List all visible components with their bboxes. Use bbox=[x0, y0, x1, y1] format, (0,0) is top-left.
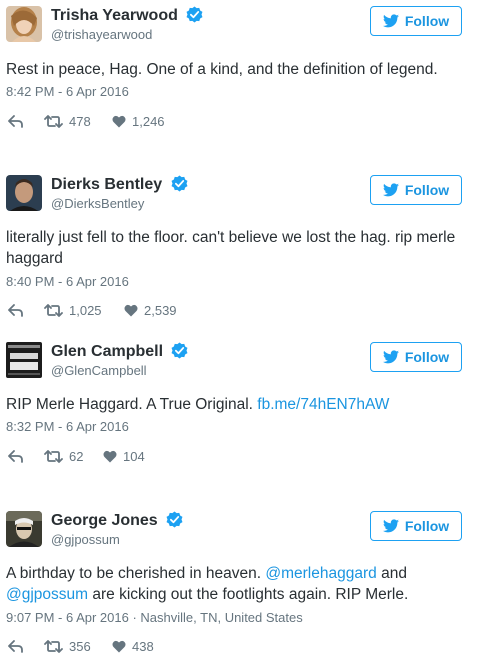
follow-button[interactable]: Follow bbox=[370, 6, 462, 36]
display-name[interactable]: Glen Campbell bbox=[51, 342, 188, 362]
display-name[interactable]: Trisha Yearwood bbox=[51, 6, 203, 26]
handle[interactable]: @GlenCampbell bbox=[51, 363, 147, 379]
follow-label: Follow bbox=[404, 13, 450, 29]
like-button[interactable]: 1,246 bbox=[112, 112, 165, 130]
retweet-icon bbox=[44, 114, 63, 128]
tweet-text-part: are kicking out the footlights again. RI… bbox=[88, 586, 409, 603]
retweet-button[interactable]: 478 bbox=[44, 112, 91, 130]
handle[interactable]: @gjpossum bbox=[51, 532, 120, 548]
verified-icon bbox=[171, 175, 188, 192]
tweet-text-part: Rest in peace, Hag. One of a kind, and t… bbox=[6, 61, 438, 78]
heart-icon bbox=[103, 450, 117, 462]
retweet-button[interactable]: 62 bbox=[44, 447, 83, 465]
follow-button[interactable]: Follow bbox=[370, 175, 462, 205]
reply-icon bbox=[8, 449, 23, 463]
tweet-text-part: RIP Merle Haggard. A True Original. bbox=[6, 396, 258, 413]
timestamp[interactable]: 8:42 PM - 6 Apr 2016 bbox=[6, 84, 129, 100]
display-name[interactable]: George Jones bbox=[51, 511, 183, 531]
twitter-bird-icon bbox=[382, 14, 399, 28]
like-count: 1,246 bbox=[132, 113, 165, 129]
retweet-count: 1,025 bbox=[69, 302, 102, 318]
tweet-text: A birthday to be cherished in heaven. @m… bbox=[6, 563, 476, 605]
tweet-text: Rest in peace, Hag. One of a kind, and t… bbox=[6, 59, 476, 80]
like-button[interactable]: 2,539 bbox=[124, 301, 177, 319]
retweet-icon bbox=[44, 449, 63, 463]
retweet-count: 478 bbox=[69, 113, 91, 129]
timestamp[interactable]: 8:32 PM - 6 Apr 2016 bbox=[6, 419, 129, 435]
handle[interactable]: @trishayearwood bbox=[51, 27, 152, 43]
avatar[interactable] bbox=[6, 6, 42, 42]
reply-button[interactable] bbox=[8, 301, 23, 319]
reply-button[interactable] bbox=[8, 637, 23, 655]
like-button[interactable]: 438 bbox=[112, 637, 154, 655]
like-count: 438 bbox=[132, 638, 154, 654]
heart-icon bbox=[124, 304, 138, 316]
reply-button[interactable] bbox=[8, 112, 23, 130]
heart-icon bbox=[112, 115, 126, 127]
tweet-link[interactable]: fb.me/74hEN7hAW bbox=[257, 396, 389, 413]
reply-button[interactable] bbox=[8, 447, 23, 465]
reply-icon bbox=[8, 303, 23, 317]
tweet-text: literally just fell to the floor. can't … bbox=[6, 227, 476, 269]
display-name-text: Trisha Yearwood bbox=[51, 7, 178, 24]
display-name[interactable]: Dierks Bentley bbox=[51, 175, 188, 195]
heart-icon bbox=[112, 640, 126, 652]
avatar[interactable] bbox=[6, 342, 42, 378]
reply-icon bbox=[8, 639, 23, 653]
follow-label: Follow bbox=[404, 518, 450, 534]
follow-button[interactable]: Follow bbox=[370, 342, 462, 372]
twitter-bird-icon bbox=[382, 519, 399, 533]
handle[interactable]: @DierksBentley bbox=[51, 196, 144, 212]
retweet-button[interactable]: 1,025 bbox=[44, 301, 102, 319]
retweet-button[interactable]: 356 bbox=[44, 637, 91, 655]
follow-label: Follow bbox=[404, 349, 450, 365]
follow-label: Follow bbox=[404, 182, 450, 198]
verified-icon bbox=[172, 342, 188, 359]
tweet-text-part: literally just fell to the floor. can't … bbox=[6, 229, 456, 267]
follow-button[interactable]: Follow bbox=[370, 511, 462, 541]
reply-icon bbox=[8, 114, 23, 128]
mention-link[interactable]: @gjpossum bbox=[6, 586, 88, 603]
like-count: 2,539 bbox=[144, 302, 177, 318]
timestamp[interactable]: 8:40 PM - 6 Apr 2016 bbox=[6, 274, 129, 290]
twitter-bird-icon bbox=[382, 350, 399, 364]
tweet-text: RIP Merle Haggard. A True Original. fb.m… bbox=[6, 394, 476, 415]
avatar[interactable] bbox=[6, 175, 42, 211]
avatar[interactable] bbox=[6, 511, 42, 547]
display-name-text: Glen Campbell bbox=[51, 343, 164, 360]
like-button[interactable]: 104 bbox=[103, 447, 145, 465]
verified-icon bbox=[186, 6, 203, 23]
timestamp[interactable]: 9:07 PM - 6 Apr 2016 · Nashville, TN, Un… bbox=[6, 610, 303, 626]
verified-icon bbox=[166, 511, 183, 528]
tweet-text-part: A birthday to be cherished in heaven. bbox=[6, 565, 266, 582]
retweet-icon bbox=[44, 303, 63, 317]
tweet-text-part: and bbox=[376, 565, 407, 582]
twitter-bird-icon bbox=[382, 183, 399, 197]
display-name-text: Dierks Bentley bbox=[51, 176, 163, 193]
retweet-icon bbox=[44, 639, 63, 653]
mention-link[interactable]: @merlehaggard bbox=[265, 565, 376, 582]
display-name-text: George Jones bbox=[51, 512, 158, 529]
retweet-count: 62 bbox=[69, 448, 84, 464]
retweet-count: 356 bbox=[69, 638, 91, 654]
like-count: 104 bbox=[123, 448, 145, 464]
